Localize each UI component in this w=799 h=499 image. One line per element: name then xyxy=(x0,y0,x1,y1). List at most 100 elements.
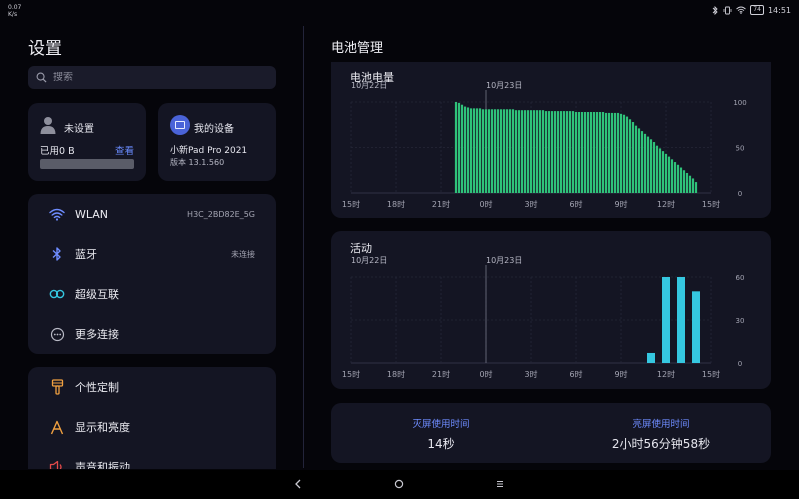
x-tick-label: 12时 xyxy=(657,369,675,379)
chart-bar xyxy=(592,112,596,193)
chart-bar xyxy=(505,109,509,193)
x-tick-label: 15时 xyxy=(702,369,720,379)
chart-bar xyxy=(634,125,638,193)
chart-bar xyxy=(475,108,479,193)
chart-bar xyxy=(532,110,536,193)
my-device-label: 我的设备 xyxy=(194,124,234,135)
x-tick-label: 3时 xyxy=(524,199,537,209)
chart-bar xyxy=(647,352,655,363)
chart-bar xyxy=(640,131,644,193)
x-tick-label: 21时 xyxy=(432,199,450,209)
chart-bar xyxy=(499,109,503,193)
chart-bar xyxy=(553,111,557,193)
y-tick-label: 30 xyxy=(736,317,745,325)
chart-bar xyxy=(493,109,497,193)
my-device-card[interactable]: 我的设备 小新Pad Pro 2021 版本 13.1.560 xyxy=(158,103,276,181)
chart-bar xyxy=(646,136,650,193)
chart-bar xyxy=(616,112,620,193)
settings-item-display[interactable]: 显示和亮度 xyxy=(28,407,276,447)
chart-bar xyxy=(514,110,518,193)
vibrate-status-icon xyxy=(723,6,732,14)
chart-bar xyxy=(586,112,590,193)
chart-bar xyxy=(619,113,623,193)
chart-bar xyxy=(511,109,515,193)
chart-bar xyxy=(574,112,578,193)
chart-bar xyxy=(658,148,662,193)
chart-bar xyxy=(607,112,611,193)
settings-item-super-link[interactable]: 超级互联 xyxy=(28,274,276,314)
chart-bar xyxy=(577,112,581,193)
screen-on-value: 2小时56分钟58秒 xyxy=(611,437,711,451)
device-model: 小新Pad Pro 2021 xyxy=(170,146,248,156)
search-input[interactable] xyxy=(53,72,253,83)
chart-bar xyxy=(472,108,476,193)
screen-on-usage: 亮屏使用时间 2小时56分钟58秒 xyxy=(551,403,771,463)
bluetooth-status-icon xyxy=(712,5,718,15)
chart-bar xyxy=(538,110,542,193)
chart-bar xyxy=(661,151,665,193)
back-icon xyxy=(295,479,301,489)
activity-chart: 60 30 0 15时 18时 21时 0时 3时 6时 9时 12时 15时 10月22日 10月23日 xyxy=(342,256,745,379)
chart-bar xyxy=(556,111,560,193)
view-link[interactable]: 查看 xyxy=(115,143,134,157)
chart-bar xyxy=(622,114,626,193)
net-speed-value: 0.07 xyxy=(8,4,22,11)
search-bar[interactable] xyxy=(28,66,276,89)
screen-off-usage: 灭屏使用时间 14秒 xyxy=(331,403,551,463)
chart-bar xyxy=(655,145,659,193)
settings-item-sound[interactable]: 声音和振动 xyxy=(28,447,276,469)
more-connections-label: 更多连接 xyxy=(75,328,119,341)
net-speed: 0.07 K/s xyxy=(8,4,21,18)
back-button[interactable] xyxy=(290,476,306,492)
chart-bar xyxy=(550,111,554,193)
chart-bar xyxy=(541,110,545,193)
chart-bar xyxy=(547,111,551,193)
chart-bar xyxy=(469,108,473,193)
chart-bar xyxy=(496,109,500,193)
chart-bar xyxy=(662,277,670,363)
recents-menu-icon xyxy=(497,480,503,488)
chart-bar xyxy=(583,112,587,193)
chart-bar xyxy=(670,159,674,193)
chart-bar xyxy=(559,111,563,193)
chart-bar xyxy=(694,182,698,193)
y-tick-label: 50 xyxy=(736,145,745,153)
chart-bar xyxy=(565,111,569,193)
date-label: 10月23日 xyxy=(486,256,522,265)
chart-bar xyxy=(691,178,695,193)
chart-bar xyxy=(667,156,671,193)
battery-management-title: 电池管理 xyxy=(331,41,384,56)
account-name: 未设置 xyxy=(64,124,94,135)
search-icon xyxy=(36,72,47,83)
recents-button[interactable] xyxy=(492,476,508,492)
chart-bar xyxy=(643,133,647,193)
x-tick-label: 6时 xyxy=(569,369,582,379)
date-label: 10月22日 xyxy=(351,81,387,90)
chart-bar xyxy=(595,112,599,193)
storage-used: 已用0 B xyxy=(40,146,75,157)
settings-title: 设置 xyxy=(28,39,62,59)
settings-item-personalize[interactable]: 个性定制 xyxy=(28,367,276,407)
y-tick-label: 60 xyxy=(736,274,745,282)
chart-bar xyxy=(610,112,614,193)
super-link-label: 超级互联 xyxy=(75,288,119,301)
activity-card: 活动 60 30 0 15时 18时 21时 0时 3时 6时 9时 12时 15时 10月22日 10月… xyxy=(331,231,771,389)
super-link-icon xyxy=(49,286,65,302)
chart-bar xyxy=(652,142,656,193)
chart-bar xyxy=(460,104,464,193)
pane-divider[interactable] xyxy=(303,26,304,468)
chart-bar xyxy=(631,122,635,193)
settings-item-bluetooth[interactable]: 蓝牙 未连接 xyxy=(28,234,276,274)
chart-bar xyxy=(685,172,689,193)
chart-bar xyxy=(625,116,629,193)
home-button[interactable] xyxy=(391,476,407,492)
chart-bar xyxy=(571,111,575,193)
account-card[interactable]: 未设置 已用0 B 查看 xyxy=(28,103,146,181)
chart-bar xyxy=(682,170,686,193)
net-speed-unit: K/s xyxy=(8,11,18,18)
battery-level-chart: 100 50 0 15时 18时 21时 0时 3时 6时 9时 12时 15时 10月22日 10月23… xyxy=(342,81,747,209)
chart-bar xyxy=(673,162,677,193)
settings-item-more-connections[interactable]: 更多连接 xyxy=(28,314,276,354)
settings-item-wlan[interactable]: WLAN H3C_2BD82E_5G xyxy=(28,194,276,234)
chart-bar xyxy=(529,110,533,193)
